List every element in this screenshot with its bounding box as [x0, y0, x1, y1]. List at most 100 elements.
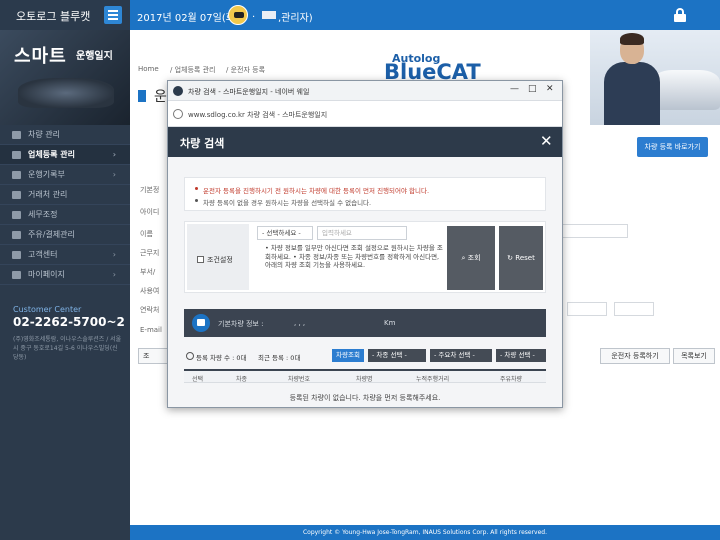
notice-warning: 운전자 등록을 진행하시기 전 원하시는 차량에 대한 등록이 먼저 진행되어야… — [203, 187, 430, 195]
page-title: 운 — [154, 89, 167, 105]
register-driver-button[interactable]: 운전자 등록하기 — [600, 348, 670, 364]
condition-select[interactable]: - 선택하세요 - — [257, 226, 313, 240]
condition-label: 조건설정 — [207, 256, 233, 264]
chevron-right-icon: › — [112, 170, 116, 179]
document-icon — [12, 191, 21, 199]
form-label: 부서/ — [140, 268, 156, 276]
column-header: 차종 — [236, 376, 248, 383]
title-marker-icon — [138, 90, 146, 102]
form-label: 근무지 — [140, 249, 160, 257]
user-icon — [12, 271, 21, 279]
form-label: 사용여 — [140, 287, 160, 295]
form-label: 기본정 — [140, 186, 160, 194]
truck-icon — [12, 171, 21, 179]
go-vehicle-register-button[interactable]: 차량 등록 바로가기 — [637, 137, 708, 157]
top-bar: 오토로그 블루캣 2017년 02월 07일(화) . ,관리자) — [0, 0, 720, 30]
popup-title-bar: 차량 검색 - 스마트운행일지 - 네이버 웨일 — □ ✕ — [168, 81, 562, 101]
search-button[interactable]: ⌕ 조회 — [447, 226, 495, 290]
customer-center-phone: 02-2262-5700~2 — [13, 315, 125, 329]
basic-info-values: , , , — [294, 319, 306, 327]
people-icon — [12, 251, 21, 259]
recent-count: 최근 등록 : 0대 — [258, 354, 301, 362]
form-label: 이름 — [140, 230, 153, 238]
car-icon — [12, 131, 21, 139]
window-close-icon[interactable]: ✕ — [546, 84, 554, 94]
footer: Copyright © Young-Hwa Jose-TongRam, INAU… — [130, 525, 720, 540]
sidebar-item-company[interactable]: 업체등록 관리 › — [0, 145, 130, 165]
current-date: 2017년 02월 07일(화) — [137, 13, 239, 24]
vehicle-search-popup: 차량 검색 - 스마트운행일지 - 네이버 웨일 — □ ✕ www.sdlog… — [167, 80, 563, 408]
chevron-right-icon: › — [112, 270, 116, 279]
sidebar-logo: 스마트 운행일지 — [0, 30, 130, 125]
breadcrumb-home[interactable]: Home — [138, 65, 159, 73]
modal-body: 운전자 등록을 진행하시기 전 원하시는 차량에 대한 등록이 먼저 진행되어야… — [168, 157, 562, 407]
notice-info: 차량 등록이 없을 경우 원하시는 차량을 선택하실 수 없습니다. — [203, 199, 372, 207]
customer-center-label: Customer Center — [13, 305, 82, 314]
column-header: 누적주행거리 — [416, 376, 450, 383]
column-header: 차량번호 — [288, 376, 311, 383]
breadcrumb-driver: / 운전자 등록 — [226, 66, 266, 74]
sidebar-item-tax[interactable]: 세무조정 — [0, 205, 130, 225]
sidebar-item-mypage[interactable]: 마이페이지 › — [0, 265, 130, 285]
avatar — [228, 5, 248, 25]
logo-main-text: 스마트 — [14, 46, 67, 67]
form-label: 연락처 — [140, 306, 160, 314]
form-label: E-mail — [140, 326, 162, 334]
refresh-icon — [186, 352, 194, 360]
gear-icon — [12, 151, 21, 159]
chevron-right-icon: › — [112, 250, 116, 259]
condition-input[interactable]: 입력하세요 — [317, 226, 407, 240]
basic-vehicle-info: 기본차량 정보 : , , , Km — [184, 309, 546, 337]
user-name-redacted — [262, 11, 276, 19]
sidebar-nav: 차량 관리 업체등록 관리 › 운행기록부 › 거래처 관리 세무조정 주유/결제관… — [0, 125, 130, 285]
search-button[interactable]: 조 — [138, 348, 168, 364]
modal-header: 차량 검색 ✕ — [168, 127, 562, 157]
list-button[interactable]: 목록보기 — [673, 348, 715, 364]
empty-table-message: 등록된 차량이 없습니다. 차량을 먼저 등록해주세요. — [289, 394, 441, 402]
logo-sub-text: 운행일지 — [76, 51, 113, 62]
user-separator: . — [252, 9, 256, 20]
vehicle-table-header: 선택 차종 차량번호 차량명 누적주행거리 주유차량 — [184, 369, 546, 383]
form-label: 아이디 — [140, 208, 160, 216]
main-car-select[interactable]: - 주요차 선택 - — [430, 349, 492, 362]
sidebar: 스마트 운행일지 차량 관리 업체등록 관리 › 운행기록부 › 거래처 관리 세무… — [0, 30, 130, 540]
column-header: 선택 — [192, 376, 204, 383]
user-role: ,관리자) — [278, 13, 313, 24]
address-text: www.sdlog.co.kr 차량 검색 - 스마트운행일지 — [188, 111, 328, 119]
company-address: (주)영화조세통람, 이나우스솔루션즈 / 서울시 중구 동호로14길 5-6 … — [13, 336, 122, 361]
form-field[interactable] — [562, 224, 628, 238]
sidebar-item-support[interactable]: 고객센터 › — [0, 245, 130, 265]
sidebar-item-logbook[interactable]: 운행기록부 › — [0, 165, 130, 185]
condition-help-text: • 차량 정보를 일부만 아신다면 조회 설정으로 원하시는 차량을 조회하세요… — [265, 244, 443, 269]
car-search-button[interactable]: 차량조회 — [332, 349, 364, 362]
car-image — [18, 78, 114, 108]
modal-title: 차량 검색 — [180, 137, 225, 150]
address-bar[interactable]: www.sdlog.co.kr 차량 검색 - 스마트운행일지 — [168, 101, 562, 127]
close-icon[interactable]: ✕ — [540, 132, 553, 150]
sidebar-item-vehicle[interactable]: 차량 관리 — [0, 125, 130, 145]
basic-info-km: Km — [384, 319, 396, 327]
menu-toggle-button[interactable] — [104, 6, 122, 24]
condition-checkbox[interactable] — [197, 256, 204, 263]
lock-icon[interactable] — [674, 8, 686, 22]
sidebar-item-fuel[interactable]: 주유/결제관리 — [0, 225, 130, 245]
bus-icon — [192, 314, 210, 332]
breadcrumb-company[interactable]: / 업체등록 관리 — [170, 65, 215, 75]
globe-icon — [173, 109, 183, 119]
reset-button[interactable]: ↻ Reset — [499, 226, 543, 290]
calculator-icon — [12, 211, 21, 219]
car-select[interactable]: - 차량 선택 - — [496, 349, 546, 362]
form-field[interactable] — [614, 302, 654, 316]
maximize-icon[interactable]: □ — [528, 84, 537, 94]
minimize-icon[interactable]: — — [510, 84, 519, 94]
form-field[interactable] — [567, 302, 607, 316]
column-header: 차량명 — [356, 376, 373, 383]
sidebar-item-client[interactable]: 거래처 관리 — [0, 185, 130, 205]
basic-info-label: 기본차량 정보 : — [218, 320, 264, 328]
notice-box: 운전자 등록을 진행하시기 전 원하시는 차량에 대한 등록이 먼저 진행되어야… — [184, 177, 546, 211]
car-type-select[interactable]: - 차종 선택 - — [368, 349, 426, 362]
registration-summary: 등록 차량 수 : 0대 최근 등록 : 0대 차량조회 - 차종 선택 - -… — [184, 349, 546, 365]
condition-label-box: 조건설정 — [187, 224, 249, 290]
banner-image — [590, 30, 720, 125]
app-icon — [173, 86, 183, 96]
